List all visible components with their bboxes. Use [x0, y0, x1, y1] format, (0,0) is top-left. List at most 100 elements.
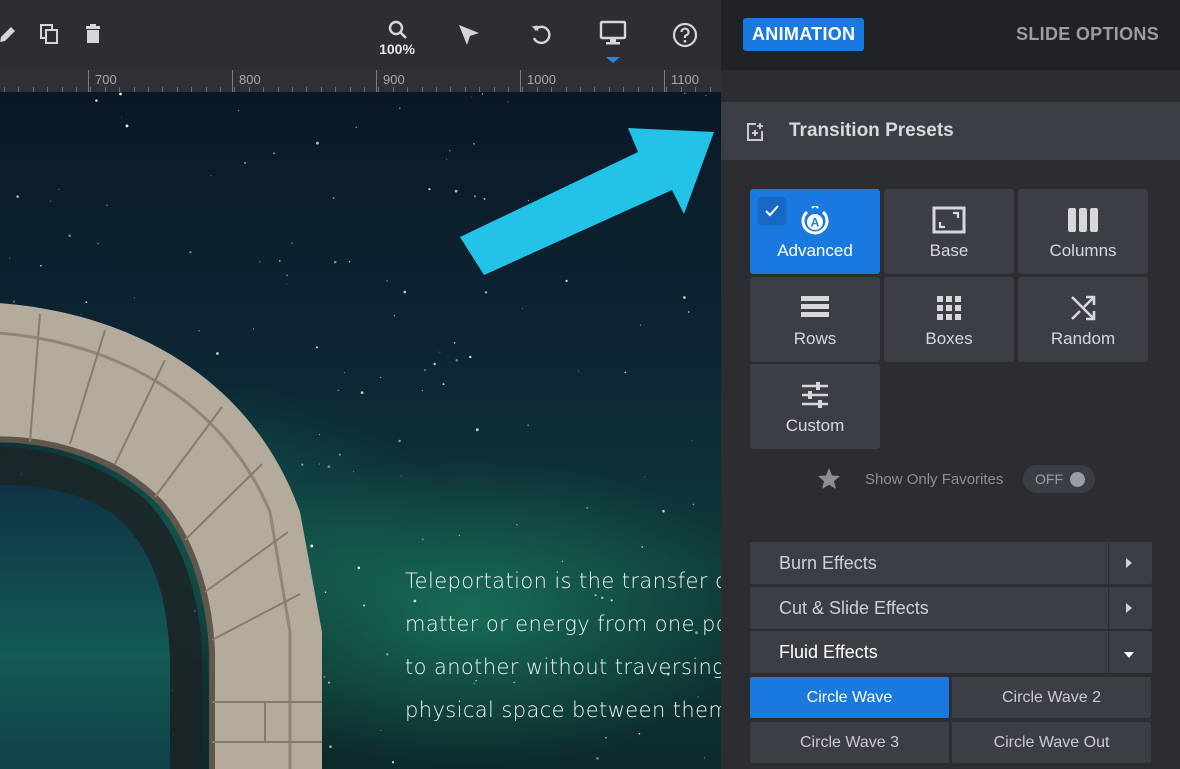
- star: [578, 370, 580, 372]
- slide-text-line: matter or energy from one point: [405, 612, 721, 636]
- star: [483, 197, 486, 201]
- star: [253, 328, 255, 330]
- star: [189, 250, 192, 254]
- star: [398, 439, 401, 443]
- star: [285, 274, 289, 277]
- star: [337, 389, 340, 392]
- star: [458, 534, 460, 536]
- preset-advanced[interactable]: A Advanced: [750, 189, 880, 274]
- section-title: Transition Presets: [789, 120, 954, 141]
- caret-right-icon: [1124, 556, 1134, 575]
- rows-icon: [800, 294, 830, 327]
- category-cut-slide-effects[interactable]: Cut & Slide Effects: [750, 587, 1152, 629]
- star: [684, 92, 686, 94]
- star: [301, 463, 304, 466]
- star: [279, 260, 281, 262]
- star: [569, 183, 571, 186]
- star: [527, 199, 529, 201]
- transition-presets-header[interactable]: Transition Presets: [721, 102, 1180, 160]
- favorites-toggle[interactable]: OFF: [1023, 465, 1095, 493]
- preset-boxes[interactable]: Boxes: [884, 277, 1014, 362]
- base-icon: [932, 206, 966, 239]
- ruler-label: 900: [383, 72, 405, 87]
- star: [638, 732, 641, 735]
- slider-editor: 100% 700 800 900 1000 1100 Teleportation…: [0, 0, 1180, 769]
- star: [344, 372, 346, 374]
- star: [216, 352, 219, 355]
- category-label: Cut & Slide Effects: [779, 598, 929, 618]
- preset-label: Advanced: [777, 241, 853, 260]
- star: [323, 676, 326, 678]
- star: [385, 653, 389, 656]
- star: [703, 757, 706, 759]
- pointer-icon[interactable]: [456, 22, 482, 48]
- star: [237, 110, 239, 112]
- slide-text-layer[interactable]: Teleportation is the transfer of matter …: [405, 560, 721, 732]
- effect-circle-wave-3[interactable]: Circle Wave 3: [750, 722, 949, 763]
- preset-custom[interactable]: Custom: [750, 364, 880, 449]
- category-fluid-effects[interactable]: Fluid Effects: [750, 631, 1152, 673]
- toggle-state: OFF: [1035, 471, 1063, 487]
- delete-icon[interactable]: [82, 22, 104, 46]
- star: [446, 158, 448, 160]
- effect-circle-wave[interactable]: Circle Wave: [750, 677, 949, 718]
- star: [12, 300, 15, 303]
- slide-text-line: physical space between them.: [405, 698, 721, 722]
- preset-columns[interactable]: Columns: [1018, 189, 1148, 274]
- star: [291, 242, 293, 244]
- star: [424, 369, 426, 371]
- effect-circle-wave-out[interactable]: Circle Wave Out: [952, 722, 1151, 763]
- star: [705, 94, 707, 97]
- star: [481, 93, 484, 95]
- star: [428, 187, 431, 191]
- star: [324, 591, 327, 593]
- duplicate-icon[interactable]: [37, 22, 61, 46]
- preset-label: Custom: [785, 416, 845, 435]
- star: [421, 390, 423, 392]
- zoom-level[interactable]: 100%: [374, 41, 420, 57]
- caret-right-icon: [1124, 601, 1134, 620]
- zoom-icon[interactable]: [386, 19, 410, 41]
- star: [210, 175, 212, 177]
- random-icon: [1069, 294, 1097, 327]
- star: [243, 161, 247, 165]
- star: [319, 434, 321, 436]
- star: [68, 234, 71, 237]
- preset-label: Boxes: [925, 329, 973, 348]
- star: [473, 142, 475, 145]
- edit-icon[interactable]: [0, 22, 20, 46]
- category-burn-effects[interactable]: Burn Effects: [750, 542, 1152, 584]
- star: [471, 96, 473, 98]
- star: [310, 544, 314, 548]
- slide-canvas[interactable]: Teleportation is the transfer of matter …: [0, 92, 721, 769]
- slide-text-line: to another without traversing the: [405, 655, 721, 679]
- horizontal-ruler[interactable]: 700 800 900 1000 1100: [0, 70, 721, 92]
- star: [522, 308, 524, 310]
- preset-label: Rows: [793, 329, 837, 348]
- undo-icon[interactable]: [528, 22, 554, 48]
- star: [85, 301, 88, 304]
- advanced-icon: A: [799, 203, 831, 241]
- desktop-icon[interactable]: [599, 20, 627, 46]
- category-label: Fluid Effects: [779, 642, 878, 662]
- ruler-label: 700: [95, 72, 117, 87]
- effect-circle-wave-2[interactable]: Circle Wave 2: [952, 677, 1151, 718]
- preset-rows[interactable]: Rows: [750, 277, 880, 362]
- preset-random[interactable]: Random: [1018, 277, 1148, 362]
- help-icon[interactable]: [671, 21, 699, 49]
- category-label: Burn Effects: [779, 553, 877, 573]
- star: [473, 195, 477, 198]
- star: [586, 506, 589, 509]
- star: [133, 297, 135, 299]
- star: [58, 188, 60, 190]
- star: [198, 330, 200, 332]
- star: [475, 428, 479, 432]
- preset-base[interactable]: Base: [884, 189, 1014, 274]
- star: [507, 101, 509, 103]
- star: [380, 730, 382, 731]
- star: [453, 342, 456, 344]
- tab-animation[interactable]: ANIMATION: [743, 18, 865, 51]
- tab-slide-options[interactable]: SLIDE OPTIONS: [1016, 24, 1159, 45]
- star: [565, 279, 568, 283]
- star: [442, 383, 445, 386]
